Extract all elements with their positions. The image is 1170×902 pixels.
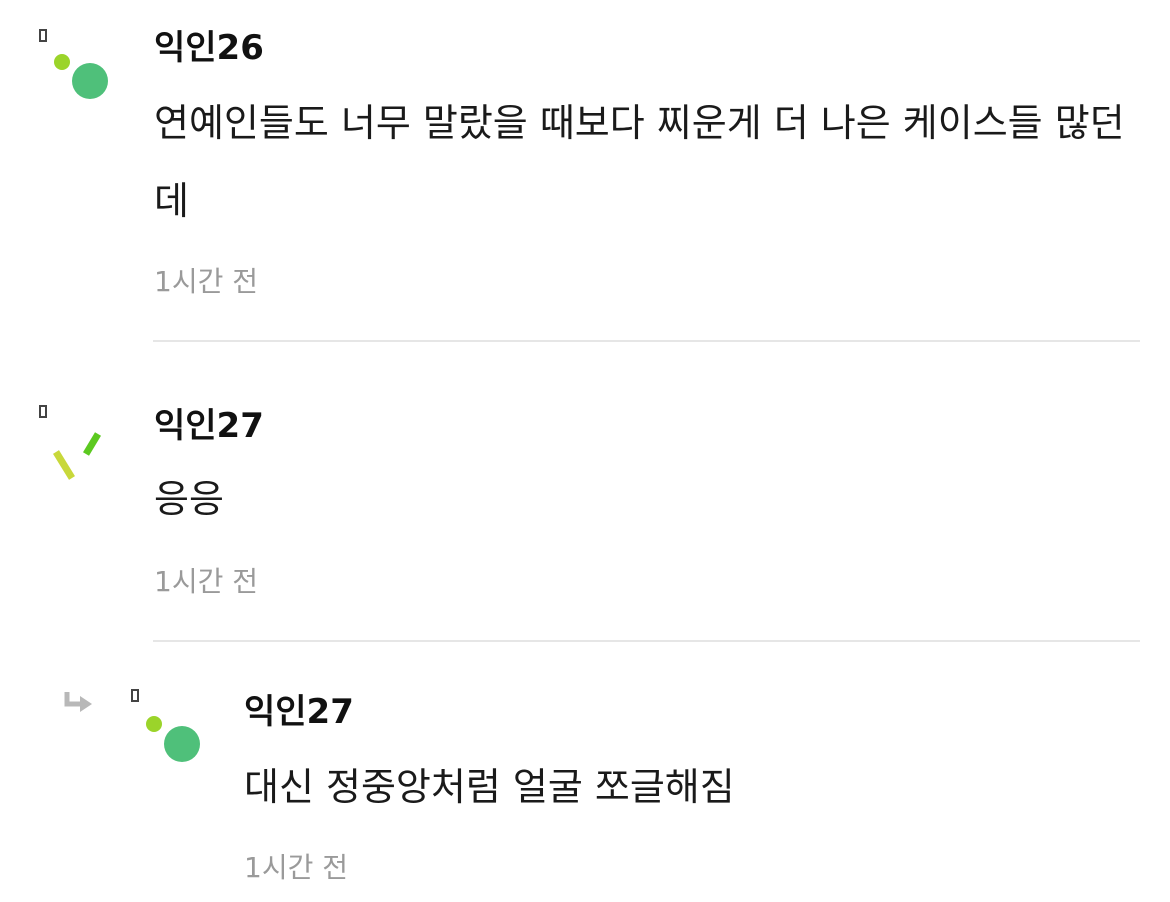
avatar-slashes-icon — [39, 405, 102, 480]
comment-author[interactable]: 익인27 — [244, 692, 354, 732]
avatar[interactable] — [36, 28, 116, 108]
avatar-dots-icon — [39, 29, 108, 99]
comment-author[interactable]: 익인27 — [154, 406, 264, 446]
comment-time: 1시간 전 — [154, 265, 258, 298]
avatar[interactable] — [128, 688, 208, 768]
avatar[interactable] — [36, 404, 116, 484]
comment-body: 응응 — [154, 477, 224, 521]
comment-time: 1시간 전 — [154, 565, 258, 598]
comment-body: 대신 정중앙처럼 얼굴 쪼글해짐 — [244, 765, 735, 809]
comment-body: 연예인들도 너무 말랐을 때보다 찌운게 더 나은 케이스들 많던데 — [154, 101, 1125, 223]
reply-arrow-icon — [64, 690, 96, 714]
avatar-dots-icon — [131, 689, 200, 762]
divider — [153, 640, 1140, 642]
comment-time: 1시간 전 — [244, 851, 348, 884]
comment-author[interactable]: 익인26 — [154, 28, 264, 68]
divider — [153, 340, 1140, 342]
